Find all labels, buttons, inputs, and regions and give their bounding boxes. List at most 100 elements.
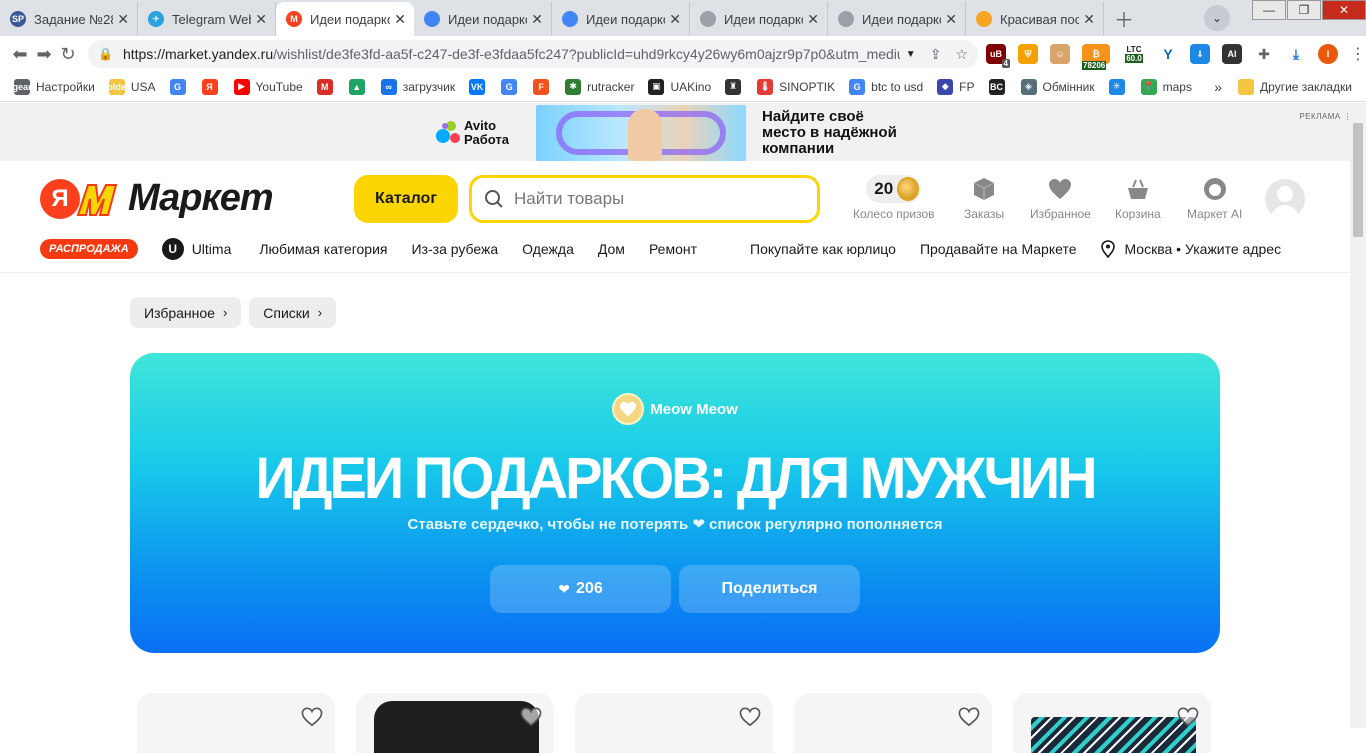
bookmark-item[interactable]: ▲ [348, 78, 371, 95]
dropdown-arrow-icon[interactable]: ▼ [906, 49, 916, 60]
favorite-heart-icon[interactable] [958, 707, 980, 732]
bookmark-item[interactable]: ◆ FP [937, 78, 975, 95]
product-card[interactable] [356, 693, 554, 753]
bookmark-item[interactable]: ✱ rutracker [565, 78, 634, 95]
url-text[interactable]: https://market.yandex.ru/wishlist/de3fe3… [123, 46, 900, 62]
share-icon[interactable]: ⇪ [930, 46, 942, 63]
browser-tab[interactable]: Красивая посу ✕ [966, 2, 1104, 36]
bookmark-item[interactable]: F [533, 78, 555, 95]
ad-label[interactable]: РЕКЛАМА ⋮ [1299, 112, 1352, 121]
like-button[interactable]: ❤ 206 [490, 565, 671, 613]
breadcrumb-favorites[interactable]: Избранное › [130, 297, 242, 328]
bookmark-item[interactable]: M [316, 78, 339, 95]
window-close-button[interactable]: ✕ [1322, 0, 1366, 20]
vpn-extension-icon[interactable]: Y [1158, 44, 1178, 64]
bookmark-item[interactable]: G [501, 78, 523, 95]
nav-home[interactable]: Дом [598, 241, 625, 257]
search-input[interactable] [514, 189, 794, 209]
face-extension-icon[interactable]: ☺ [1050, 44, 1070, 64]
lock-icon[interactable]: 🔒 [98, 47, 113, 61]
favorite-heart-icon[interactable] [301, 707, 323, 732]
browser-tab[interactable]: SPЗадание №284✕ [0, 2, 138, 36]
ai-extension-icon[interactable]: AI [1222, 44, 1242, 64]
bookmark-item[interactable]: ♜ [725, 78, 747, 95]
download-extension-icon[interactable]: ⇓ [1190, 44, 1210, 64]
tab-close-icon[interactable]: ✕ [531, 11, 543, 28]
bookmark-item[interactable]: ▶ YouTube [233, 78, 303, 95]
bookmark-item[interactable]: Я [201, 78, 224, 95]
tab-close-icon[interactable]: ✕ [117, 11, 129, 28]
nav-clothing[interactable]: Одежда [522, 241, 574, 257]
tab-close-icon[interactable]: ✕ [807, 11, 819, 28]
new-tab-button[interactable]: ＋ [1110, 4, 1138, 32]
product-card[interactable] [794, 693, 992, 753]
back-arrow-icon[interactable]: ⬅ [8, 40, 32, 68]
more-bookmarks-button[interactable]: » [1214, 79, 1222, 95]
catalog-button[interactable]: Каталог [354, 175, 458, 223]
puzzle-extensions-icon[interactable]: ✚ [1254, 44, 1274, 64]
nav-buy-as-company[interactable]: Покупайте как юрлицо [750, 241, 896, 257]
nav-sell-on-market[interactable]: Продавайте на Маркете [920, 241, 1077, 257]
btc-extension-icon[interactable]: ₿ 78206 [1082, 44, 1110, 70]
bookmark-item[interactable]: gear Настройки [13, 78, 95, 95]
tab-close-icon[interactable]: ✕ [1083, 11, 1095, 28]
ultima-link[interactable]: U Ultima [161, 238, 231, 260]
ublock-extension-icon[interactable]: uB 4 [986, 44, 1010, 68]
bookmark-item[interactable]: Gbtc to usd [849, 78, 923, 95]
tab-close-icon[interactable]: ✕ [255, 11, 267, 28]
browser-tab[interactable]: Идеи подарков✕ [552, 2, 690, 36]
bookmark-item[interactable]: VK [469, 78, 491, 95]
minimize-button[interactable]: — [1252, 0, 1286, 20]
location-selector[interactable]: Москва • Укажите адрес [1100, 240, 1281, 258]
bookmark-item[interactable]: ∞ загрузчик [380, 78, 455, 95]
browser-tab[interactable]: Идеи подарков✕ [414, 2, 552, 36]
browser-tab[interactable]: Идеи подарков✕ [828, 2, 966, 36]
tab-close-icon[interactable]: ✕ [945, 11, 957, 28]
maximize-button[interactable]: ❐ [1287, 0, 1321, 20]
nav-cart[interactable]: Корзина [1115, 175, 1161, 221]
downloads-icon[interactable]: ⤓ [1286, 44, 1306, 64]
ad-banner[interactable]: Avito Работа Найдите своё место в надёжно… [0, 103, 1366, 161]
favorite-heart-icon[interactable] [520, 707, 542, 732]
address-bar[interactable]: 🔒 https://market.yandex.ru/wishlist/de3f… [88, 40, 978, 68]
bookmark-item[interactable]: ◈ Обмінник [1020, 78, 1095, 95]
bookmark-item[interactable]: 🌡 SINOPTIK [757, 78, 835, 95]
sale-badge[interactable]: РАСПРОДАЖА [40, 239, 138, 259]
market-logo[interactable]: Я Маркет [40, 177, 274, 220]
scrollbar-thumb[interactable] [1353, 123, 1363, 237]
ltc-extension-icon[interactable]: LTC 60.0 [1122, 44, 1146, 64]
nav-repair[interactable]: Ремонт [649, 241, 697, 257]
bookmark-item[interactable]: folder USA [104, 78, 156, 95]
browser-tab[interactable]: Идеи подарков✕ [690, 2, 828, 36]
nav-from-abroad[interactable]: Из-за рубежа [412, 241, 499, 257]
bookmark-item[interactable]: BC [988, 78, 1011, 95]
browser-tab[interactable]: MИдеи подарков✕ [276, 2, 414, 36]
shield-extension-icon[interactable]: ⛨ [1018, 44, 1038, 64]
product-card[interactable] [137, 693, 335, 753]
bookmark-item[interactable]: G [169, 78, 192, 95]
tab-close-icon[interactable]: ✕ [669, 11, 681, 28]
product-card[interactable] [575, 693, 773, 753]
tab-close-icon[interactable]: ✕ [394, 11, 406, 28]
favorite-heart-icon[interactable] [739, 707, 761, 732]
user-avatar[interactable] [1265, 179, 1305, 219]
breadcrumb-lists[interactable]: Списки › [249, 297, 337, 328]
bookmark-item[interactable]: 📍 maps [1140, 78, 1192, 95]
browser-tab[interactable]: ✈ Telegram Web ✕ [138, 2, 276, 36]
menu-kebab-icon[interactable]: ⋮ [1350, 44, 1366, 64]
profile-avatar-icon[interactable]: I [1318, 44, 1338, 64]
reload-icon[interactable]: ↻ [56, 40, 80, 68]
search-box[interactable] [469, 175, 820, 223]
nav-favorite-category[interactable]: Любимая категория [259, 241, 387, 257]
page-scrollbar[interactable] [1350, 103, 1366, 728]
star-bookmark-icon[interactable]: ☆ [955, 46, 968, 63]
bookmark-item[interactable]: ▣ UAKino [648, 78, 711, 95]
nav-prize-wheel[interactable]: 20 Колесо призов [853, 175, 935, 221]
nav-market-ai[interactable]: Маркет AI [1187, 175, 1242, 221]
favorite-heart-icon[interactable] [1177, 707, 1199, 732]
bookmark-item[interactable]: ✳ [1108, 78, 1131, 95]
product-card[interactable] [1013, 693, 1211, 753]
other-bookmarks-folder[interactable]: Другие закладки [1238, 79, 1352, 95]
wishlist-author[interactable]: Meow Meow [130, 393, 1220, 425]
share-button[interactable]: Поделиться [679, 565, 860, 613]
